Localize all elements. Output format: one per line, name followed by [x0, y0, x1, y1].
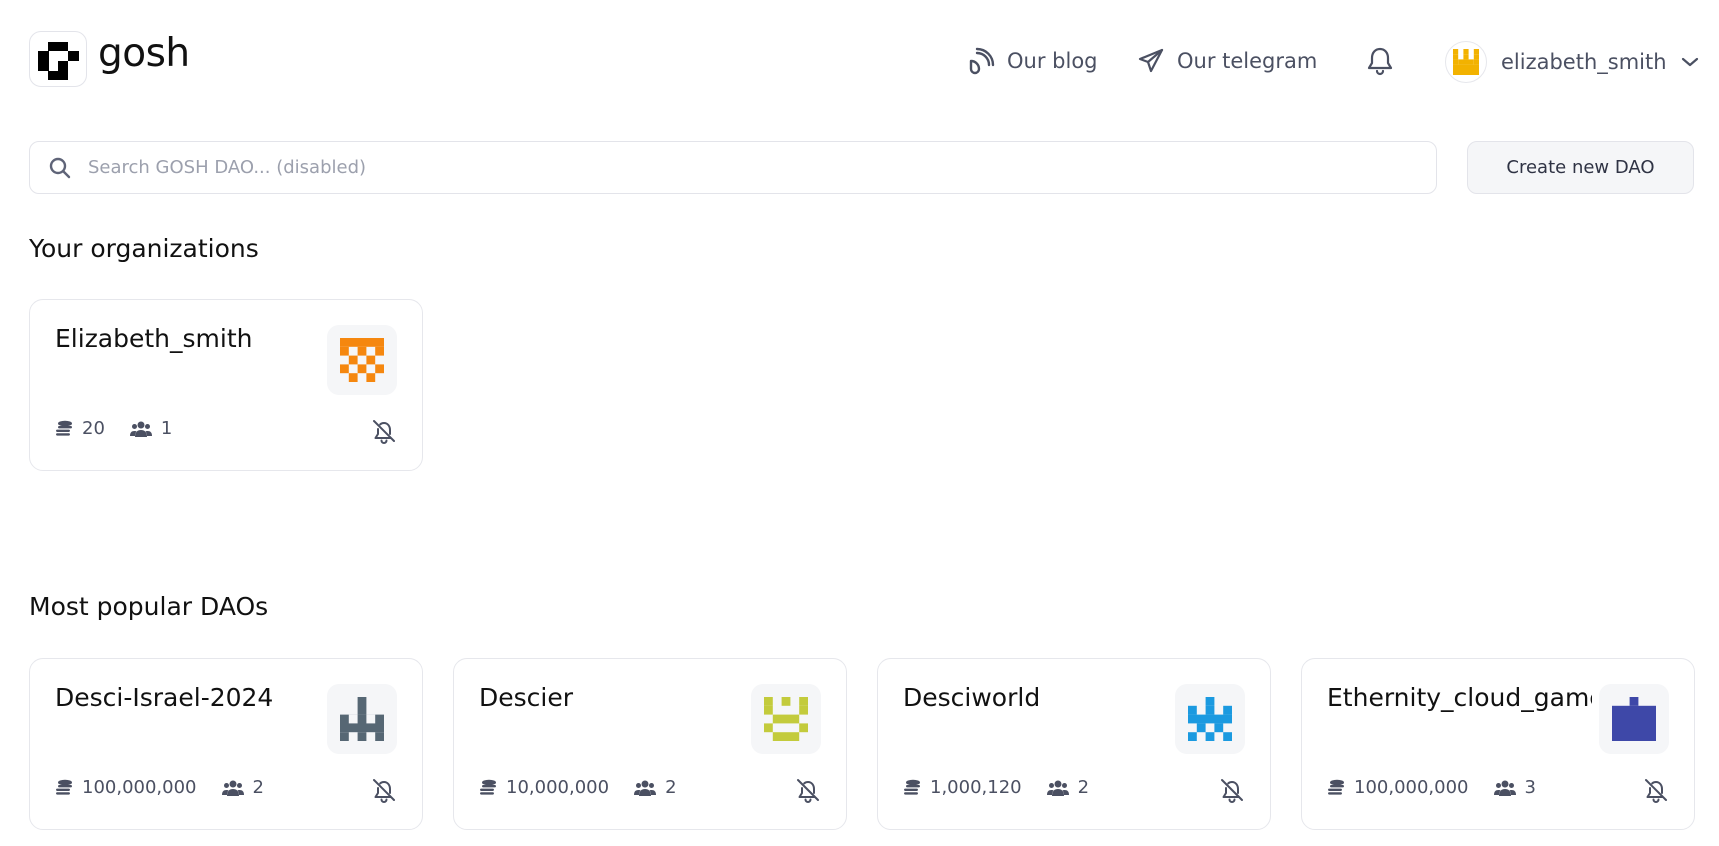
dao-avatar: [751, 684, 821, 754]
bell-slash-icon: [797, 779, 819, 803]
supply-stat: 1,000,120: [903, 777, 1022, 798]
bell-slash-icon: [1645, 779, 1667, 803]
mute-button[interactable]: [1219, 777, 1245, 807]
org-name: Elizabeth_smith: [55, 324, 253, 353]
logo-mark[interactable]: [29, 31, 87, 87]
mute-button[interactable]: [371, 418, 397, 448]
members-stat: 2: [634, 777, 677, 798]
coins-icon: [904, 779, 920, 795]
dao-stats: 1,000,120 2: [903, 777, 1114, 798]
members-value: 3: [1524, 777, 1536, 798]
supply-value: 1,000,120: [930, 777, 1022, 798]
dao-name: Ethernity_cloud_game: [1327, 683, 1592, 712]
create-new-dao-button[interactable]: Create new DAO: [1467, 141, 1694, 194]
org-card[interactable]: Elizabeth_smith 20 1: [29, 299, 423, 471]
user-avatar-image: [1453, 49, 1479, 75]
dao-name: Desci-Israel-2024: [55, 683, 274, 712]
dao-avatar-image: [1612, 697, 1656, 741]
dao-card[interactable]: Desciworld 1,000,120 2: [877, 658, 1271, 830]
logo-text[interactable]: gosh: [98, 30, 190, 78]
user-menu[interactable]: elizabeth_smith: [1445, 40, 1699, 84]
dao-stats: 100,000,000 3: [1327, 777, 1561, 798]
supply-value: 100,000,000: [1354, 777, 1469, 798]
username-label: elizabeth_smith: [1501, 50, 1667, 74]
members-value: 2: [252, 777, 264, 798]
our-telegram-label: Our telegram: [1177, 49, 1318, 73]
dao-avatar-image: [340, 697, 384, 741]
members-stat: 1: [129, 418, 173, 439]
dao-avatar: [1175, 684, 1245, 754]
notifications-button[interactable]: [1366, 46, 1394, 80]
dao-card[interactable]: Desci-Israel-2024 100,000,000 2: [29, 658, 423, 830]
supply-value: 100,000,000: [82, 777, 197, 798]
our-blog-link[interactable]: Our blog: [967, 45, 1098, 77]
dao-stats: 10,000,000 2: [479, 777, 702, 798]
mute-button[interactable]: [795, 777, 821, 807]
members-stat: 3: [1493, 777, 1536, 798]
users-icon: [634, 780, 657, 796]
supply-stat: 100,000,000: [1327, 777, 1469, 798]
bell-slash-icon: [373, 420, 395, 444]
supply-stat: 10,000,000: [479, 777, 609, 798]
users-icon: [129, 421, 152, 437]
org-stats: 20 1: [55, 418, 197, 439]
search-icon: [49, 157, 71, 178]
bell-icon: [1367, 47, 1393, 76]
members-value: 2: [1077, 777, 1090, 798]
supply-value: 10,000,000: [506, 777, 610, 798]
users-icon: [1046, 780, 1069, 796]
coins-icon: [1328, 779, 1344, 795]
dao-avatar-image: [1188, 697, 1232, 741]
mute-button[interactable]: [1643, 777, 1669, 807]
users-icon: [221, 780, 244, 796]
search-bar[interactable]: [29, 141, 1437, 194]
supply-value: 20: [82, 418, 105, 439]
rss-icon: [969, 47, 995, 75]
our-blog-label: Our blog: [1007, 49, 1098, 73]
gosh-logo-icon: [38, 42, 79, 80]
user-avatar: [1445, 41, 1487, 83]
dao-avatar: [1599, 684, 1669, 754]
dao-avatar-image: [764, 697, 808, 741]
supply-stat: 100,000,000: [55, 777, 197, 798]
members-stat: 2: [1046, 777, 1090, 798]
dao-name: Desciworld: [903, 683, 1041, 712]
org-avatar: [327, 325, 397, 395]
paper-plane-icon: [1138, 48, 1164, 73]
dao-avatar-image: [340, 338, 384, 382]
bell-slash-icon: [373, 779, 395, 803]
coins-icon: [480, 779, 496, 795]
mute-button[interactable]: [371, 777, 397, 807]
dao-name: Descier: [479, 683, 574, 712]
dao-avatar: [327, 684, 397, 754]
your-organizations-heading: Your organizations: [29, 234, 259, 263]
coins-icon: [56, 779, 72, 795]
chevron-down-icon: [1681, 57, 1698, 67]
members-stat: 2: [221, 777, 264, 798]
dao-stats: 100,000,000 2: [55, 777, 289, 798]
bell-slash-icon: [1221, 779, 1243, 803]
dao-card[interactable]: Ethernity_cloud_game 100,000,000 3: [1301, 658, 1695, 830]
coins-icon: [56, 420, 72, 436]
supply-stat: 20: [55, 418, 105, 439]
search-input[interactable]: [88, 157, 1288, 178]
users-icon: [1493, 780, 1516, 796]
most-popular-daos-heading: Most popular DAOs: [29, 592, 269, 621]
our-telegram-link[interactable]: Our telegram: [1137, 45, 1317, 77]
members-value: 2: [665, 777, 677, 798]
members-value: 1: [160, 418, 173, 439]
dao-card[interactable]: Descier 10,000,000 2: [453, 658, 847, 830]
